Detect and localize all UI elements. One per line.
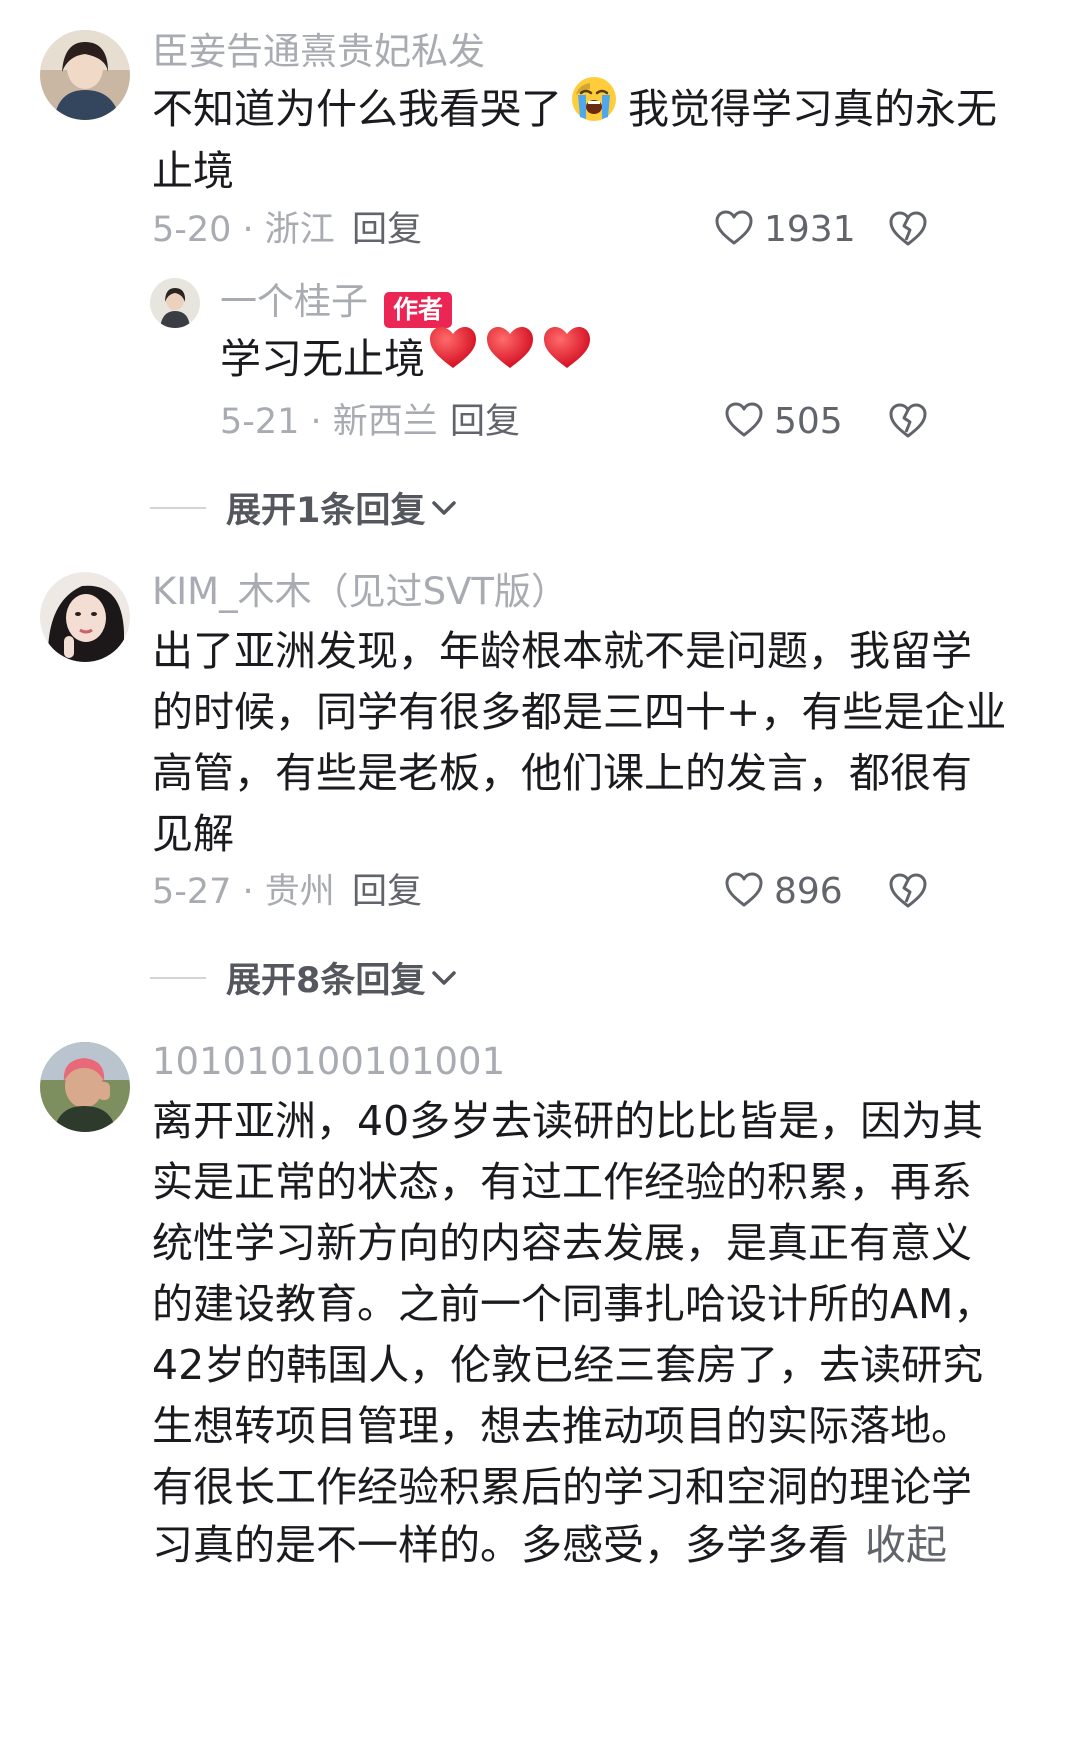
reply-button[interactable]: 回复 [352, 868, 422, 916]
author-badge: 作者 [384, 291, 453, 328]
comment-text-line: 止境 [152, 147, 234, 195]
avatar-image [150, 278, 200, 328]
reply-date-location: 5-21 · 新西兰 [220, 402, 438, 442]
comment-username[interactable]: 臣妾告通熹贵妃私发 [152, 28, 485, 76]
avatar-image [40, 30, 130, 120]
red-heart-icons [427, 324, 593, 392]
like-button[interactable]: 505 [724, 398, 843, 446]
expand-replies[interactable]: 展开1条回复 [150, 482, 457, 533]
reply-button[interactable]: 回复 [450, 398, 520, 446]
like-button[interactable]: 896 [724, 868, 843, 916]
comment-text-line: 离开亚洲，40多岁去读研的比比皆是，因为其 [152, 1097, 984, 1145]
broken-heart-icon [889, 211, 927, 246]
comment-username[interactable]: KIM_木木（见过SVT版） [152, 568, 568, 616]
loudly-crying-face-icon [570, 75, 618, 143]
comment-text-line: 有很长工作经验积累后的学习和空洞的理论学 [152, 1463, 972, 1511]
comment-text-part: 不知道为什么我看哭了 [152, 85, 562, 133]
heart-outline-icon [714, 209, 754, 251]
reply-button[interactable]: 回复 [352, 206, 422, 254]
like-button[interactable]: 1931 [714, 206, 856, 254]
expand-replies-label: 展开8条回复 [226, 961, 426, 1001]
comment-text-line: 统性学习新方向的内容去发展，是真正有意义 [152, 1219, 972, 1267]
comment-text: 不知道为什么我看哭了 我觉得学习真的永无 [152, 75, 997, 146]
comment-username[interactable]: 101010100101001 [152, 1038, 505, 1086]
avatar-image [40, 572, 130, 662]
comment-date-location: 5-20 · 浙江 [152, 210, 335, 250]
dislike-button[interactable] [888, 872, 928, 914]
reply-username-row: 一个桂子 作者 [220, 278, 453, 333]
like-count: 896 [774, 871, 843, 912]
comment-text-line: 高管，有些是老板，他们课上的发言，都很有 [152, 749, 972, 797]
comment-text-line: 出了亚洲发现，年龄根本就不是问题，我留学 [152, 627, 972, 675]
avatar[interactable] [40, 1042, 130, 1132]
broken-heart-icon [889, 403, 927, 438]
heart-outline-icon [724, 401, 764, 443]
comment-text-line: 习真的是不一样的。多感受，多学多看 收起 [152, 1512, 947, 1579]
comment-text-part: 我觉得学习真的永无 [628, 85, 997, 133]
heart-outline-icon [724, 871, 764, 913]
reply-avatar[interactable] [150, 278, 200, 328]
chevron-down-icon [431, 969, 457, 987]
comment-text-line: 见解 [152, 810, 234, 858]
chevron-down-icon [431, 499, 457, 517]
reply-username[interactable]: 一个桂子 [220, 280, 368, 323]
comment-text-line: 实是正常的状态，有过工作经验的积累，再系 [152, 1158, 972, 1206]
comment-text-line: 的建设教育。之前一个同事扎哈设计所的AM， [152, 1280, 995, 1328]
divider [150, 976, 206, 979]
divider [150, 506, 206, 509]
comment-text-line: 42岁的韩国人，伦敦已经三套房了，去读研究 [152, 1341, 984, 1389]
collapse-button[interactable]: 收起 [865, 1521, 947, 1569]
like-count: 1931 [764, 209, 856, 250]
expand-replies[interactable]: 展开8条回复 [150, 952, 457, 1003]
avatar-image [40, 1042, 130, 1132]
dislike-button[interactable] [888, 210, 928, 252]
comment-text-part: 习真的是不一样的。多感受，多学多看 [152, 1521, 849, 1569]
comment-date-location: 5-27 · 贵州 [152, 872, 335, 912]
comment-text-line: 的时候，同学有很多都是三四十+，有些是企业 [152, 688, 1007, 736]
broken-heart-icon [889, 873, 927, 908]
avatar[interactable] [40, 30, 130, 120]
expand-replies-label: 展开1条回复 [226, 491, 426, 531]
reply-text-part: 学习无止境 [220, 335, 425, 383]
like-count: 505 [774, 401, 843, 442]
reply-text: 学习无止境 [220, 326, 593, 396]
comment-text-line: 生想转项目管理，想去推动项目的实际落地。 [152, 1402, 972, 1450]
dislike-button[interactable] [888, 402, 928, 444]
avatar[interactable] [40, 572, 130, 662]
